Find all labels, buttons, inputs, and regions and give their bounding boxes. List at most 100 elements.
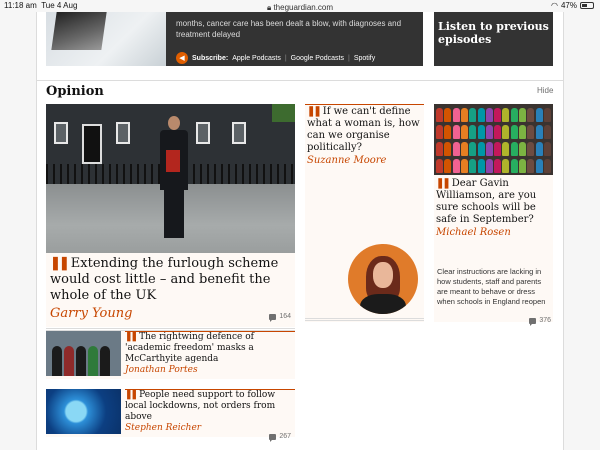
boot-shape xyxy=(485,125,493,139)
mid-story-byline: Suzanne Moore xyxy=(307,155,387,166)
small-story-image xyxy=(46,331,121,376)
comment-icon xyxy=(529,317,537,326)
boot-shape xyxy=(494,159,502,173)
comment-icon xyxy=(269,433,277,442)
boot-shape xyxy=(444,125,452,139)
boot-shape xyxy=(460,108,468,122)
right-opinion-card[interactable]: ❚❚ Dear Gavin Williamson, are you sure sc… xyxy=(434,104,553,326)
small-story-headline: ❚❚ The rightwing defence of 'academic fre… xyxy=(125,332,293,376)
main-story-byline: Garry Young xyxy=(50,306,133,321)
boot-shape xyxy=(436,108,443,122)
battery-icon xyxy=(580,2,594,9)
comment-icon xyxy=(269,313,277,322)
boot-shape xyxy=(502,142,510,156)
boot-shape xyxy=(535,108,543,122)
status-right: ◠ 47% xyxy=(551,1,594,10)
mid-opinion-card[interactable]: ❚❚ If we can't define what a woman is, ho… xyxy=(305,104,424,322)
podcast-link-spotify[interactable]: Spotify xyxy=(354,55,375,62)
hide-button[interactable]: Hide xyxy=(537,86,553,95)
boot-shape xyxy=(444,108,452,122)
quote-icon: ❚❚ xyxy=(125,332,138,342)
boot-shape xyxy=(485,159,493,173)
section-divider xyxy=(36,80,564,81)
right-story-image xyxy=(434,104,553,175)
boot-shape xyxy=(477,108,485,122)
boot-shape xyxy=(494,108,502,122)
podcast-link-apple[interactable]: Apple Podcasts xyxy=(232,55,281,62)
boot-shape xyxy=(527,125,535,139)
status-bar: 11:18 am Tue 4 Aug 🔒︎ theguardian.com ◠ … xyxy=(0,0,600,12)
boot-shape xyxy=(527,108,535,122)
boot-shape xyxy=(502,125,510,139)
boot-shape xyxy=(510,142,518,156)
boot-shape xyxy=(543,108,551,122)
boot-shape xyxy=(510,159,518,173)
right-story-trail: Clear instructions are lacking in how st… xyxy=(437,267,546,306)
boot-shape xyxy=(510,108,518,122)
wifi-icon: ◠ xyxy=(551,1,558,10)
quote-icon: ❚❚ xyxy=(125,390,138,400)
boot-shape xyxy=(543,159,551,173)
subscribe-label: Subscribe: xyxy=(192,54,229,62)
boot-shape xyxy=(485,108,493,122)
right-story-byline: Michael Rosen xyxy=(436,227,511,238)
boot-shape xyxy=(543,142,551,156)
small-story-byline: Stephen Reicher xyxy=(125,423,202,433)
small-opinion-card[interactable]: ❚❚ The rightwing defence of 'academic fre… xyxy=(46,331,295,379)
boot-shape xyxy=(485,142,493,156)
main-opinion-card[interactable]: ❚❚ Extending the furlough scheme would co… xyxy=(46,104,295,332)
quote-icon: ❚❚ xyxy=(50,256,70,271)
boot-shape xyxy=(452,159,460,173)
podcast-subscribe: ◀ Subscribe: Apple Podcasts | Google Pod… xyxy=(176,52,375,64)
boot-shape xyxy=(460,125,468,139)
section-title: Opinion xyxy=(46,84,104,99)
boot-shape xyxy=(477,159,485,173)
listen-previous-episodes[interactable]: Listen to previous episodes xyxy=(434,12,553,66)
small-story-image xyxy=(46,389,121,434)
main-story-image xyxy=(46,104,295,253)
podcast-standfirst: months, cancer care has been dealt a blo… xyxy=(176,19,402,39)
boot-shape xyxy=(519,142,526,156)
boot-shape xyxy=(519,125,526,139)
lock-icon: 🔒︎ xyxy=(266,3,272,12)
boot-shape xyxy=(519,108,526,122)
boot-shape xyxy=(502,159,510,173)
comment-count[interactable]: 267 xyxy=(269,433,291,442)
quote-icon: ❚❚ xyxy=(307,106,322,117)
boot-shape xyxy=(469,142,477,156)
author-avatar xyxy=(348,244,418,314)
boot-shape xyxy=(477,142,485,156)
boot-shape xyxy=(535,142,543,156)
boot-shape xyxy=(543,125,551,139)
boot-shape xyxy=(436,125,443,139)
small-opinion-card[interactable]: ❚❚ People need support to follow local lo… xyxy=(46,389,295,442)
boot-shape xyxy=(444,142,452,156)
boot-shape xyxy=(502,108,510,122)
boot-shape xyxy=(477,125,485,139)
boot-shape xyxy=(469,159,477,173)
quote-icon: ❚❚ xyxy=(436,178,451,189)
boot-shape xyxy=(519,159,526,173)
boot-shape xyxy=(444,159,452,173)
comment-count[interactable]: 164 xyxy=(269,313,291,322)
boot-shape xyxy=(510,125,518,139)
boot-shape xyxy=(535,159,543,173)
right-story-headline: ❚❚ Dear Gavin Williamson, are you sure sc… xyxy=(436,178,552,239)
boot-shape xyxy=(469,108,477,122)
mid-story-headline: ❚❚ If we can't define what a woman is, ho… xyxy=(307,106,423,167)
podcast-link-google[interactable]: Google Podcasts xyxy=(291,55,344,62)
main-story-headline: ❚❚ Extending the furlough scheme would co… xyxy=(50,256,294,322)
boot-shape xyxy=(436,159,443,173)
boot-shape xyxy=(452,142,460,156)
comment-count[interactable]: 376 xyxy=(529,317,551,326)
small-story-byline: Jonathan Portes xyxy=(125,365,198,375)
podcast-card[interactable]: months, cancer care has been dealt a blo… xyxy=(46,12,423,66)
boot-shape xyxy=(452,125,460,139)
boot-shape xyxy=(469,125,477,139)
boot-shape xyxy=(460,159,468,173)
battery-percent: 47% xyxy=(560,1,577,10)
boot-shape xyxy=(436,142,443,156)
boot-shape xyxy=(460,142,468,156)
podcast-image xyxy=(46,12,166,66)
small-story-headline: ❚❚ People need support to follow local lo… xyxy=(125,390,293,434)
